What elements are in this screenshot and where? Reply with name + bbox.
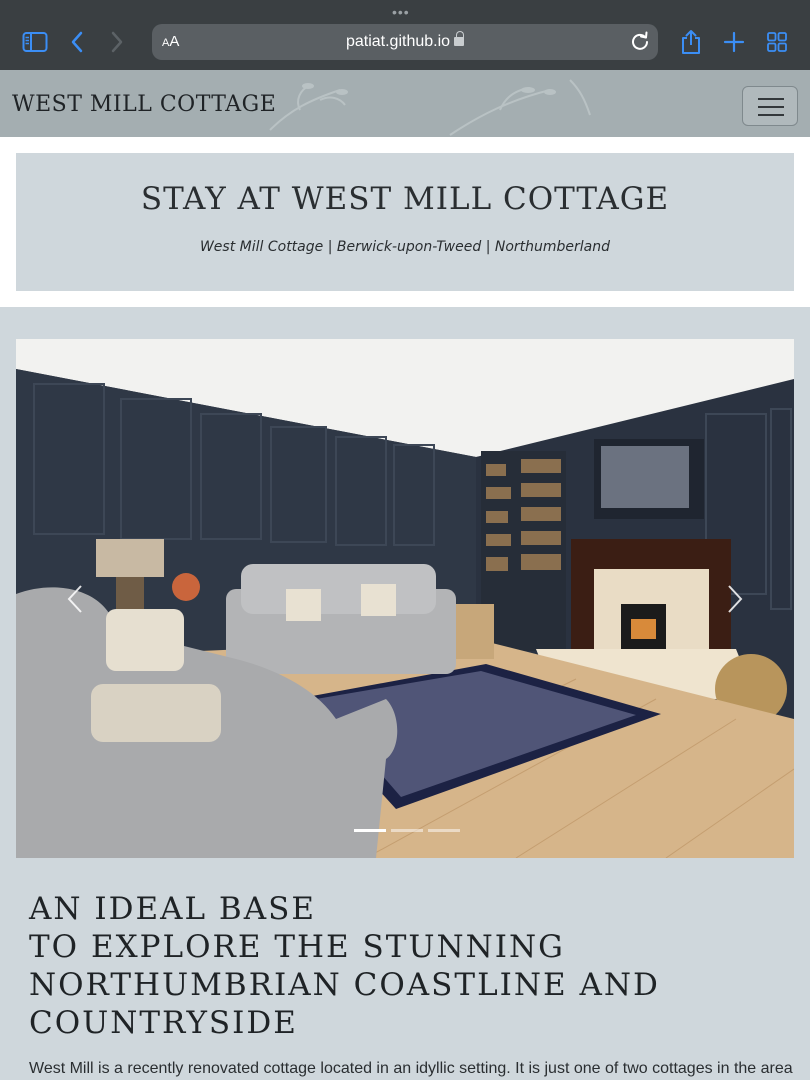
hero-section: STAY AT WEST MILL COTTAGE West Mill Cott… xyxy=(0,137,810,307)
forward-icon[interactable] xyxy=(102,28,132,56)
url-display[interactable]: patiat.github.io xyxy=(152,31,658,51)
lock-icon xyxy=(454,31,465,46)
image-carousel xyxy=(16,339,794,858)
intro-heading-line: NORTHUMBRIAN COASTLINE AND xyxy=(29,967,660,1003)
share-icon[interactable] xyxy=(676,28,706,56)
carousel-indicator[interactable] xyxy=(354,829,386,832)
carousel-indicators xyxy=(354,829,460,832)
floral-pattern-decoration xyxy=(269,79,591,136)
hero-box: STAY AT WEST MILL COTTAGE West Mill Cott… xyxy=(16,153,794,291)
chevron-right-icon xyxy=(728,585,743,613)
tab-overview-icon[interactable] xyxy=(762,28,792,56)
back-icon[interactable] xyxy=(62,28,92,56)
page-subtitle: West Mill Cottage | Berwick-upon-Tweed |… xyxy=(199,239,611,255)
hamburger-icon-bar xyxy=(758,106,784,108)
reload-icon[interactable] xyxy=(630,31,650,56)
site-brand[interactable]: WEST MILL COTTAGE xyxy=(12,92,276,117)
hamburger-icon-bar xyxy=(758,114,784,116)
living-room-photo xyxy=(16,339,794,858)
browser-toolbar: ••• AA patiat.github.io xyxy=(0,0,810,70)
hamburger-icon xyxy=(758,98,784,100)
page-title: STAY AT WEST MILL COTTAGE xyxy=(140,181,670,217)
carousel-indicator[interactable] xyxy=(391,829,423,832)
site-navbar: WEST MILL COTTAGE xyxy=(0,70,810,137)
carousel-prev-button[interactable] xyxy=(60,581,90,617)
chevron-left-icon xyxy=(67,585,82,613)
carousel-indicator[interactable] xyxy=(428,829,460,832)
multitask-dots-icon[interactable]: ••• xyxy=(392,5,410,19)
intro-heading: AN IDEAL BASE TO EXPLORE THE STUNNING NO… xyxy=(29,890,660,1042)
new-tab-icon[interactable] xyxy=(719,28,749,56)
address-bar[interactable]: AA patiat.github.io xyxy=(152,24,658,60)
sidebar-toggle-icon[interactable] xyxy=(20,28,50,56)
carousel-next-button[interactable] xyxy=(720,581,750,617)
intro-heading-line: COUNTRYSIDE xyxy=(29,1005,298,1041)
intro-paragraph: West Mill is a recently renovated cottag… xyxy=(29,1060,793,1077)
menu-toggle-button[interactable] xyxy=(742,86,798,126)
intro-heading-line: AN IDEAL BASE xyxy=(29,891,316,927)
intro-heading-line: TO EXPLORE THE STUNNING xyxy=(29,929,565,965)
url-text: patiat.github.io xyxy=(345,33,451,50)
